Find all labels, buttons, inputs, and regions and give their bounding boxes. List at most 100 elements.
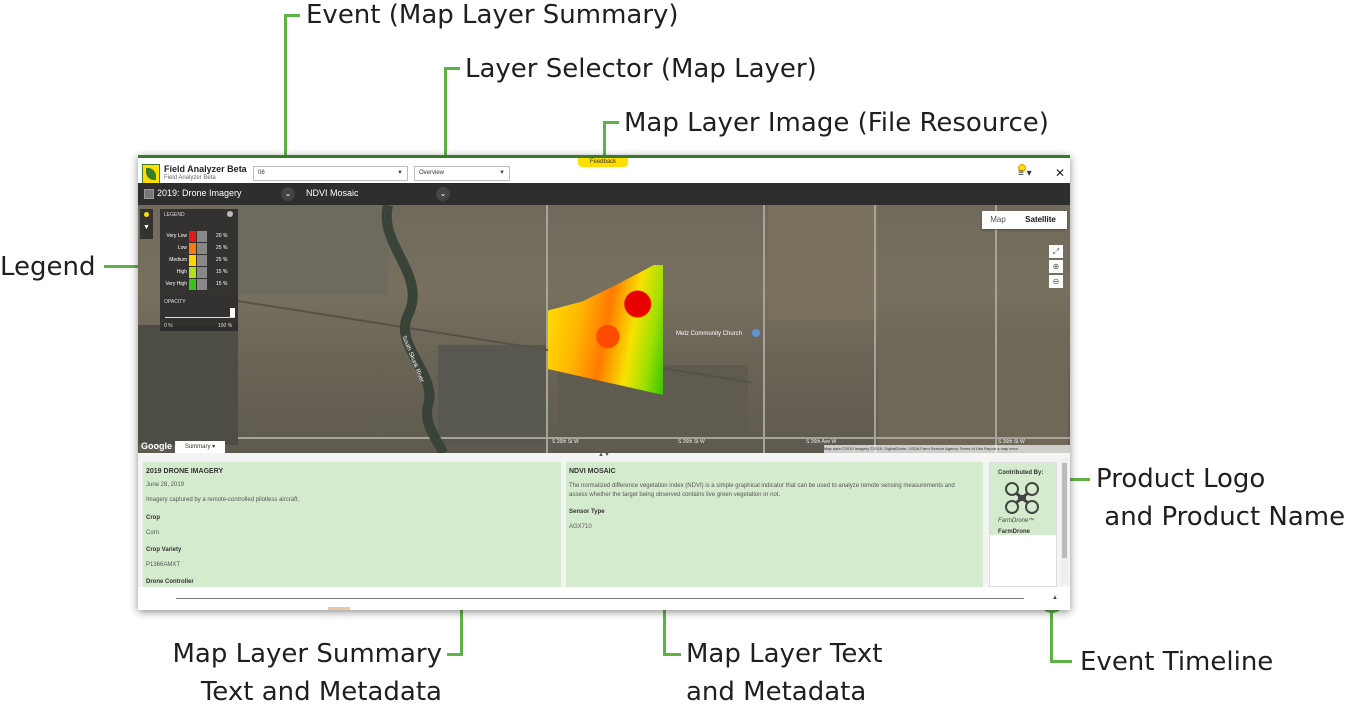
map-view[interactable]: South Skunk River Metz Community Church … xyxy=(138,205,1070,453)
google-logo: Google xyxy=(141,441,172,451)
timeline-marker[interactable] xyxy=(328,607,350,610)
timeline-track[interactable] xyxy=(176,598,1024,599)
close-button[interactable]: ✕ xyxy=(1055,166,1065,180)
scrollbar-thumb[interactable] xyxy=(1062,463,1067,558)
legend-percent: 15 % xyxy=(216,281,228,287)
opacity-min: 0 % xyxy=(164,323,173,329)
app-subtitle: Field Analyzer Beta xyxy=(164,175,216,181)
legend-row: Low 25 % xyxy=(160,243,238,254)
zoom-in-icon[interactable]: ⊕ xyxy=(1049,260,1063,273)
legend-bar xyxy=(197,231,207,242)
legend-percent: 25 % xyxy=(216,245,228,251)
view-select-value: Overview xyxy=(419,170,445,176)
legend-swatch xyxy=(189,255,196,266)
event-dropdown-button[interactable]: ⌄ xyxy=(281,187,295,201)
legend-swatch xyxy=(189,243,196,254)
annotation-layer-text: Map Layer Text and Metadata xyxy=(686,639,883,707)
legend-row: Medium 25 % xyxy=(160,255,238,266)
opacity-slider-handle[interactable] xyxy=(230,308,235,317)
crop-label: Crop xyxy=(146,515,160,521)
feedback-tab[interactable]: Feedback xyxy=(578,158,628,167)
event-timeline[interactable]: ▲ xyxy=(138,587,1070,610)
panel-scrollbar[interactable] xyxy=(1061,458,1068,583)
leader-timeline-vertical xyxy=(1050,612,1053,663)
road-label: S 26th St W xyxy=(552,439,579,445)
event-name: 2019: Drone Imagery xyxy=(157,188,242,198)
legend-bar xyxy=(197,267,207,278)
legend-percent: 20 % xyxy=(216,233,228,239)
app-title: Field Analyzer Beta xyxy=(164,164,247,174)
legend-label: Medium xyxy=(169,257,187,263)
legend-bar xyxy=(197,255,207,266)
panel-resize-handle[interactable]: ▲▼ xyxy=(598,452,610,458)
filter-icon[interactable]: ▼ xyxy=(143,224,150,231)
drone-logo-icon xyxy=(1005,482,1039,514)
summary-date: June 28, 2019 xyxy=(146,482,185,488)
road-label: S 26th St W xyxy=(678,439,705,445)
map-type-map-button[interactable]: Map xyxy=(982,211,1014,229)
map-type-satellite-button[interactable]: Satellite xyxy=(1014,211,1067,229)
summary-description: Imagery captured by a remote-controlled … xyxy=(146,497,300,503)
fullscreen-icon[interactable]: ⤢ xyxy=(1049,245,1063,258)
variety-label: Crop Variety xyxy=(146,547,182,553)
map-type-control: Map Satellite xyxy=(982,211,1067,229)
map-layer-text-panel: NDVI MOSAIC The normalized difference ve… xyxy=(566,462,983,587)
annotation-layer-selector: Layer Selector (Map Layer) xyxy=(465,54,817,84)
legend-percent: 15 % xyxy=(216,269,228,275)
top-bar: Feedback Field Analyzer Beta Field Analy… xyxy=(138,155,1070,184)
view-select[interactable]: Overview ▼ xyxy=(414,166,510,181)
legend-panel: LEGEND Very Low 20 % Low 25 % Medium 25 … xyxy=(160,209,238,331)
annotation-legend: Legend xyxy=(0,252,96,282)
opacity-max: 100 % xyxy=(218,323,233,329)
legend-bar xyxy=(197,279,207,290)
layer-description: The normalized difference vegetation ind… xyxy=(569,483,955,498)
timeline-toggle-button[interactable]: ▲ xyxy=(1049,592,1061,604)
legend-row: Very High 15 % xyxy=(160,279,238,290)
legend-row: High 15 % xyxy=(160,267,238,278)
layer-dropdown-button[interactable]: ⌄ xyxy=(436,187,450,201)
layer-title: NDVI MOSAIC xyxy=(569,468,616,475)
opacity-label: OPACITY xyxy=(164,299,186,305)
leader-timeline-horizontal xyxy=(1050,660,1072,663)
legend-label: Very High xyxy=(165,281,187,287)
legend-bar xyxy=(197,243,207,254)
legend-label: Low xyxy=(177,245,187,251)
sensor-value: AGX710 xyxy=(569,524,592,530)
church-label: Metz Community Church xyxy=(676,331,743,337)
legend-label: High xyxy=(176,269,187,275)
variety-value: P1366AMXT xyxy=(146,562,181,568)
chevron-down-icon: ▼ xyxy=(397,170,403,176)
layer-dot-icon[interactable] xyxy=(144,212,149,217)
controller-label: Drone Controller xyxy=(146,579,194,585)
product-name: FarmDrone xyxy=(998,529,1031,535)
field-select-value: 06 xyxy=(258,170,265,176)
opacity-slider[interactable] xyxy=(165,317,235,318)
menu-button[interactable]: ≡ ▾ xyxy=(1018,168,1032,179)
product-panel: Contributed By: FarmDrone™ FarmDrone xyxy=(989,462,1057,587)
product-brand: FarmDrone™ xyxy=(998,518,1035,524)
legend-swatch xyxy=(189,279,196,290)
map-layer-name: NDVI Mosaic xyxy=(306,188,359,198)
annotation-summary-text: Map Layer Summary Text and Metadata xyxy=(172,639,442,707)
legend-swatch xyxy=(189,231,196,242)
field-select[interactable]: 06 ▼ xyxy=(253,166,408,181)
layer-checkbox[interactable] xyxy=(144,189,154,199)
sensor-label: Sensor Type xyxy=(569,509,605,515)
annotation-event-timeline: Event Timeline xyxy=(1080,647,1274,677)
annotation-product-logo: Product Logo and Product Name xyxy=(1096,464,1346,532)
contributed-by-label: Contributed By: xyxy=(998,470,1044,476)
summary-title: 2019 DRONE IMAGERY xyxy=(146,468,224,475)
annotation-map-layer-image: Map Layer Image (File Resource) xyxy=(624,108,1049,138)
church-pin-icon[interactable] xyxy=(752,329,760,337)
info-panel-area: ▲▼ 2019 DRONE IMAGERY June 28, 2019 Imag… xyxy=(138,452,1070,587)
zoom-out-icon[interactable]: ⊖ xyxy=(1049,275,1063,288)
annotation-event: Event (Map Layer Summary) xyxy=(306,0,679,30)
crop-value: Corn xyxy=(146,530,160,536)
summary-tab[interactable]: Summary ▾ xyxy=(175,441,225,453)
legend-row: Very Low 20 % xyxy=(160,231,238,242)
legend-swatch xyxy=(189,267,196,278)
app-logo-icon xyxy=(142,164,160,184)
chevron-down-icon: ▼ xyxy=(499,170,505,176)
legend-toggle-icon[interactable] xyxy=(227,211,233,217)
map-side-toolbar: ▼ xyxy=(140,209,153,239)
